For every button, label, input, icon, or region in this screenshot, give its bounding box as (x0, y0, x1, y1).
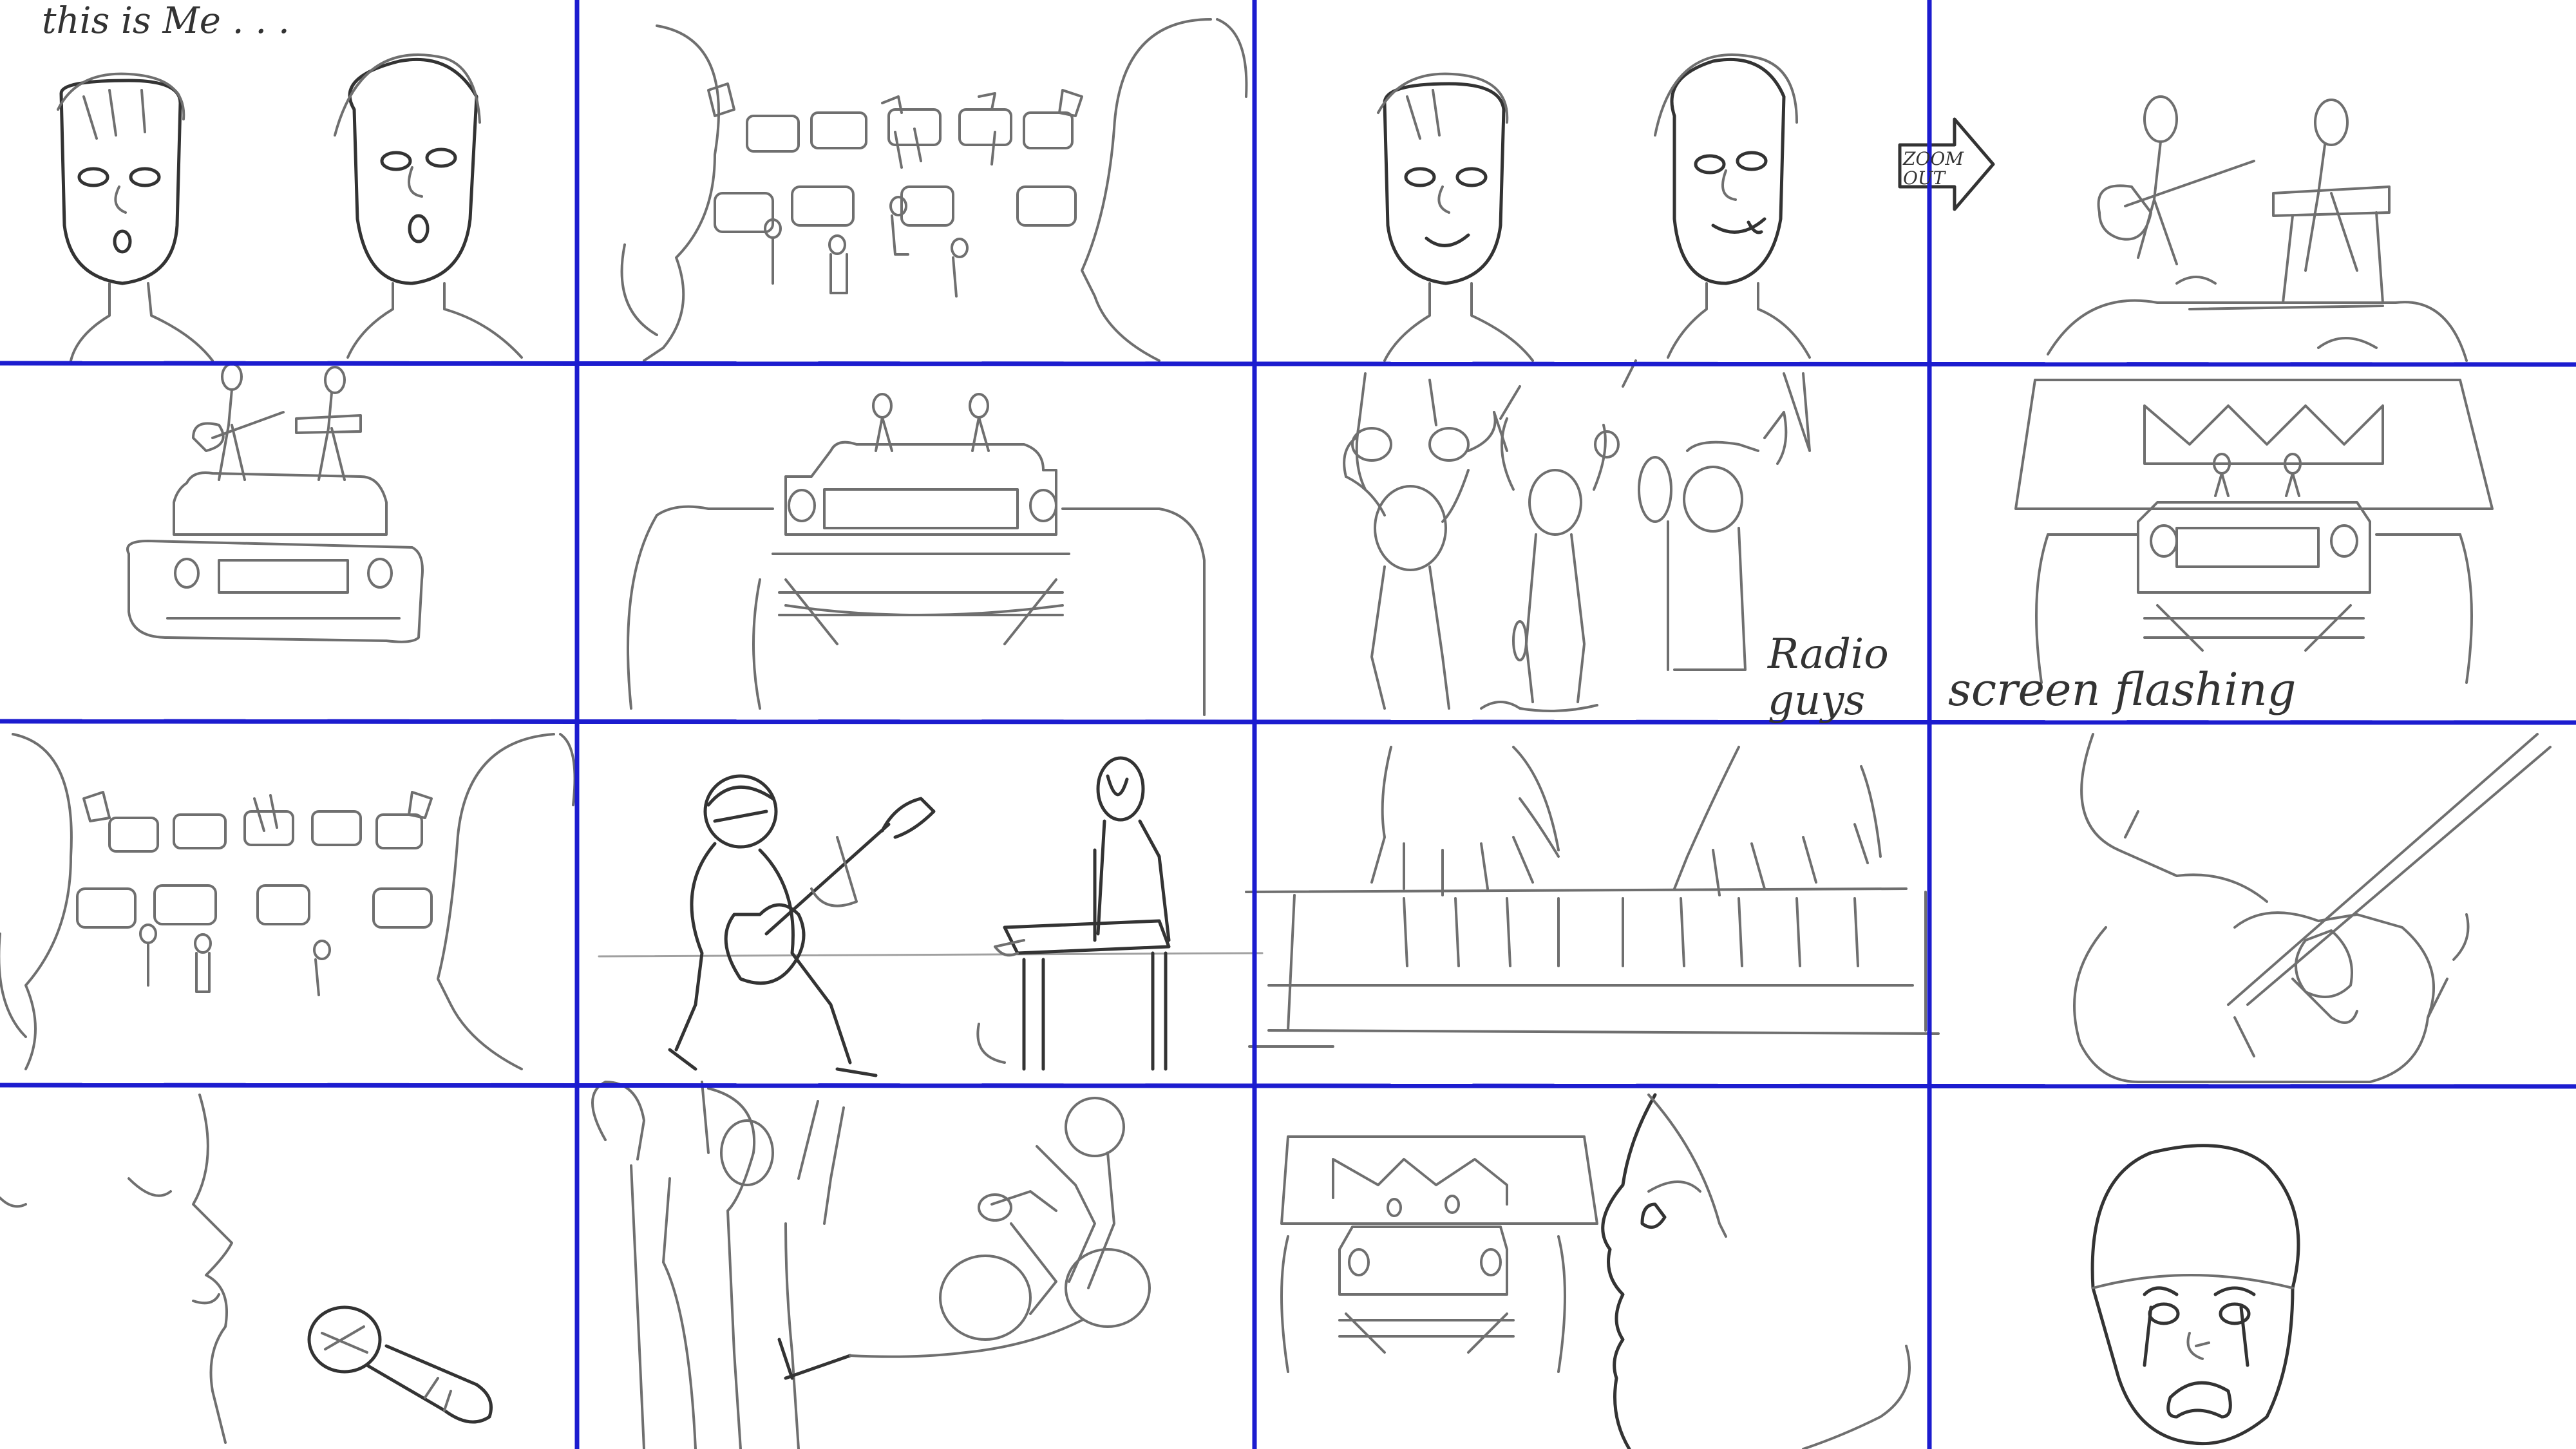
storyboard: this is Me . . . ZOOM OUT Radio guys scr… (0, 0, 2576, 1449)
radio-guys-note: Radio guys (1768, 630, 1889, 724)
crowd-cars-group-1 (707, 82, 1083, 298)
screen-flashing-note: screen flashing (1948, 663, 2297, 716)
panel-guitar-closeup (2073, 733, 2552, 1083)
panel-guitarist-and-keyboardist (598, 756, 1264, 1077)
panel-face-watching-stage (1280, 1093, 1911, 1449)
zoom-out-label: ZOOM OUT (1903, 148, 1964, 189)
panel-stage-with-screen (2014, 379, 2494, 684)
panel-crowd-between-heads-repeat (0, 733, 576, 1070)
panel-two-faces-smiling (1377, 53, 1811, 362)
panel-crying-helmet-rider (2090, 1144, 2300, 1446)
panel-band-on-car-roof (126, 363, 424, 643)
panel-hands-on-keyboard (1245, 746, 1940, 1048)
panel-crowd-between-heads (620, 18, 1248, 362)
panel-two-faces-singing (57, 53, 523, 362)
panel-singer-with-microphone (0, 1094, 493, 1444)
panel-fans-cheering (1343, 359, 1811, 712)
panel-cyclist-behind-crowd (591, 1081, 1151, 1449)
storyboard-canvas (0, 0, 2576, 1449)
panel-grid-lines (0, 0, 2576, 1449)
panel-car-on-stage-wide (627, 393, 1206, 716)
panel-band-on-stage (2047, 95, 2468, 362)
intro-note: this is Me . . . (42, 0, 290, 42)
